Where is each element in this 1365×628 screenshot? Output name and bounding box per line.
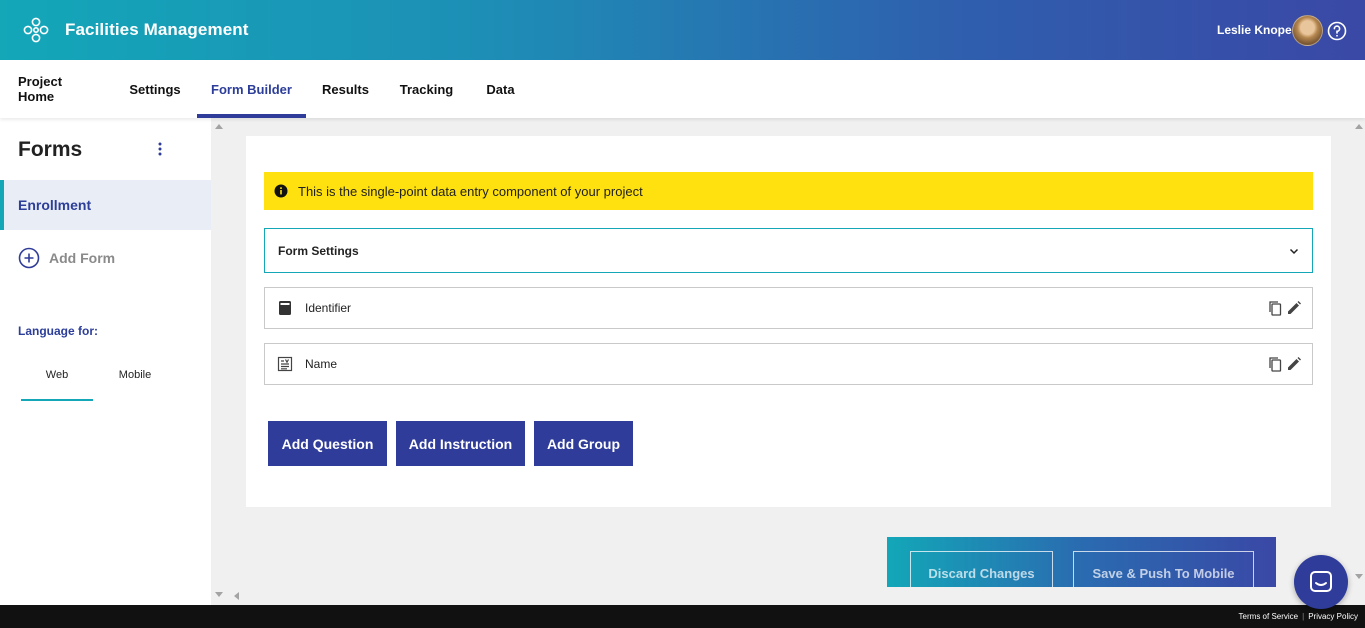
tab-settings[interactable]: Settings [129, 60, 180, 118]
add-question-button[interactable]: Add Question [268, 421, 387, 466]
item-label: Name [305, 357, 338, 371]
logo-icon[interactable] [22, 16, 50, 44]
scroll-down-arrow-icon[interactable] [1355, 574, 1363, 579]
sidebar-scrollbar[interactable] [213, 118, 225, 605]
edit-icon[interactable] [1286, 300, 1302, 316]
chat-launcher-button[interactable] [1294, 555, 1348, 609]
form-settings-accordion[interactable]: Form Settings [264, 228, 1313, 273]
terms-of-service-link[interactable]: Terms of Service [1239, 612, 1299, 621]
text-field-icon [277, 356, 293, 372]
main-horizontal-scrollbar[interactable] [229, 587, 1365, 605]
app-title: Facilities Management [65, 20, 249, 39]
item-label: Identifier [305, 301, 352, 315]
edit-icon[interactable] [1286, 356, 1302, 372]
privacy-policy-link[interactable]: Privacy Policy [1308, 612, 1358, 621]
add-form-label: Add Form [49, 250, 116, 266]
forms-sidebar: Forms Enrollment Add Form Language for: … [0, 118, 211, 605]
add-group-button[interactable]: Add Group [534, 421, 633, 466]
item-actions [1267, 300, 1302, 316]
form-builder-card: This is the single-point data entry comp… [246, 136, 1331, 507]
chat-icon [1310, 571, 1332, 592]
copy-icon[interactable] [1267, 356, 1283, 372]
page-footer: Terms of Service | Privacy Policy [0, 605, 1365, 628]
add-form-button[interactable]: Add Form [18, 247, 115, 269]
form-item-enrollment[interactable]: Enrollment [0, 180, 211, 230]
tab-data[interactable]: Data [486, 60, 515, 118]
tab-results[interactable]: Results [322, 60, 369, 118]
info-icon [274, 184, 288, 198]
main-vertical-scrollbar[interactable] [1353, 118, 1365, 587]
language-label: Language for: [18, 324, 98, 338]
kebab-menu-icon[interactable] [152, 141, 168, 157]
main-tab-bar: Project Home Settings Form Builder Resul… [0, 60, 1365, 118]
footer-links: Terms of Service | Privacy Policy [1239, 612, 1358, 621]
avatar[interactable] [1292, 15, 1323, 46]
info-banner-text: This is the single-point data entry comp… [298, 183, 643, 199]
language-tab-mobile[interactable]: Mobile [99, 356, 171, 401]
form-item-name[interactable]: Name [264, 343, 1313, 385]
chevron-down-icon [1289, 248, 1299, 255]
tab-project-home[interactable]: Project Home [18, 60, 96, 118]
info-banner: This is the single-point data entry comp… [264, 172, 1313, 210]
tab-tracking[interactable]: Tracking [400, 60, 453, 118]
scroll-up-arrow-icon[interactable] [1355, 124, 1363, 129]
language-tab-web[interactable]: Web [21, 356, 93, 401]
scroll-left-arrow-icon[interactable] [234, 592, 239, 600]
identifier-icon [279, 301, 291, 315]
help-icon[interactable] [1327, 21, 1347, 41]
forms-heading: Forms [18, 138, 83, 161]
item-actions [1267, 356, 1302, 372]
form-item-identifier[interactable]: Identifier [264, 287, 1313, 329]
app-header: Facilities Management Leslie Knope [0, 0, 1365, 60]
add-instruction-button[interactable]: Add Instruction [396, 421, 525, 466]
plus-circle-icon [18, 247, 40, 269]
footer-separator: | [1302, 612, 1305, 621]
form-settings-label: Form Settings [278, 243, 359, 258]
scroll-down-arrow-icon[interactable] [215, 592, 223, 597]
tab-form-builder[interactable]: Form Builder [197, 60, 306, 118]
user-name[interactable]: Leslie Knope [1217, 23, 1292, 37]
copy-icon[interactable] [1267, 300, 1283, 316]
scroll-up-arrow-icon[interactable] [215, 124, 223, 129]
